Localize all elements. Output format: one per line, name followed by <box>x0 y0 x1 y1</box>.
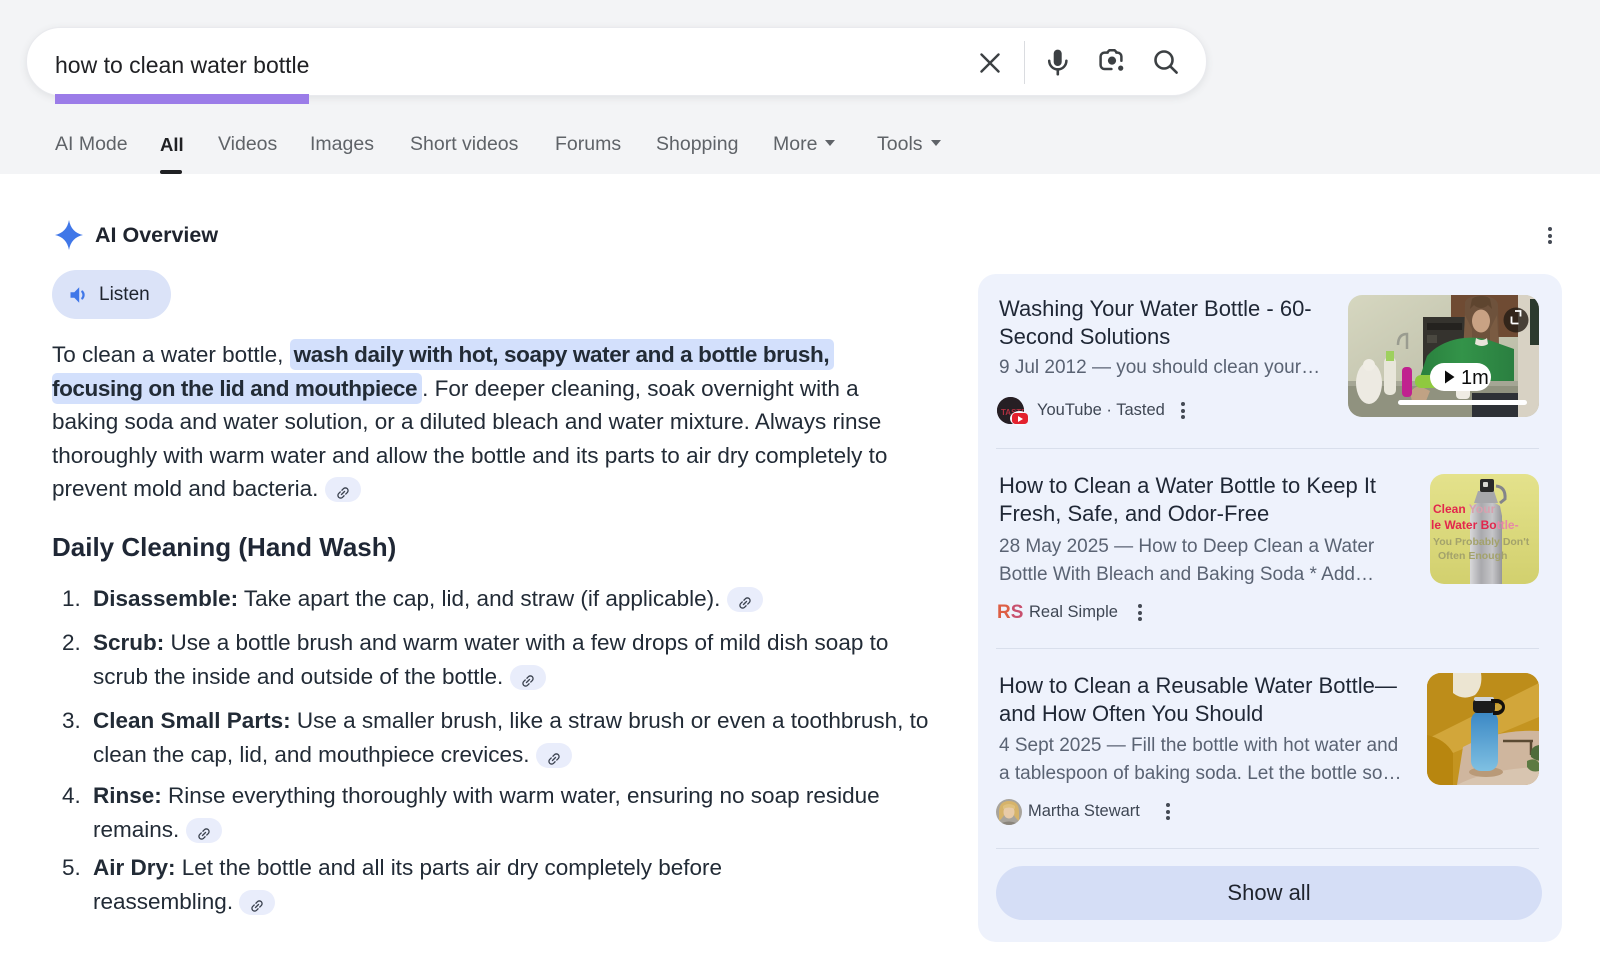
svg-text:You Probably Don't: You Probably Don't <box>1433 536 1530 548</box>
svg-text:Often Enough: Often Enough <box>1438 550 1507 562</box>
svg-text:1m: 1m <box>1461 367 1489 389</box>
svg-text:le Water Bottle-: le Water Bottle- <box>1431 518 1519 532</box>
svg-text:Clean Your: Clean Your <box>1433 502 1496 516</box>
